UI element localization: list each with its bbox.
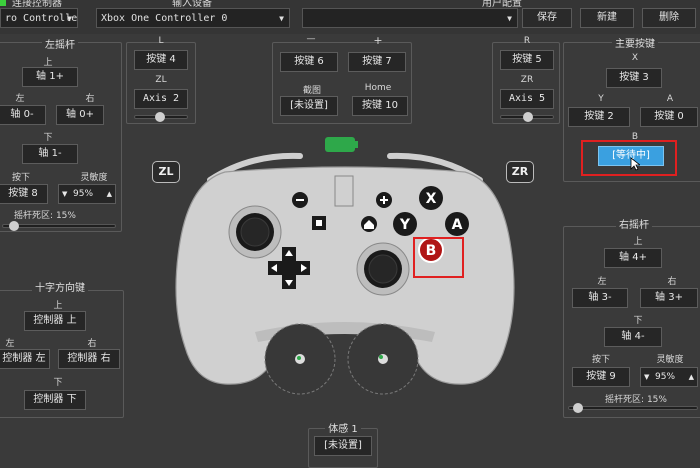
right-stick-right-button[interactable]: 轴 3+ <box>640 288 698 308</box>
dpad-down-label: 下 <box>53 378 63 388</box>
controller-type-select[interactable]: ro Controller ▼ <box>0 8 78 28</box>
spin-down-icon[interactable]: ▼ <box>644 368 649 386</box>
r-button[interactable]: 按键 5 <box>500 50 554 70</box>
right-stick-down-button[interactable]: 轴 4- <box>604 327 662 347</box>
zr-threshold-slider[interactable] <box>500 112 554 122</box>
x-label: X <box>631 53 639 63</box>
dpad-left-button[interactable]: 控制器 左 <box>0 349 50 369</box>
motion-button[interactable]: [未设置] <box>314 436 372 456</box>
right-stick-right-label: 右 <box>667 277 677 287</box>
spin-up-icon[interactable]: ▲ <box>689 368 694 386</box>
x-button-mapping[interactable]: 按键 3 <box>606 68 662 88</box>
right-stick-deadzone-slider[interactable] <box>568 403 698 413</box>
home-label: Home <box>364 83 392 93</box>
left-stick-left-button[interactable]: 轴 0- <box>0 105 46 125</box>
l-button[interactable]: 按键 4 <box>134 50 188 70</box>
left-stick-right-label: 右 <box>85 94 95 104</box>
left-stick-up-button[interactable]: 轴 1+ <box>22 67 78 87</box>
dpad-down-button[interactable]: 控制器 下 <box>24 390 86 410</box>
b-mapping-highlight <box>581 140 677 176</box>
slider-handle[interactable] <box>155 112 165 122</box>
slider-handle[interactable] <box>523 112 533 122</box>
right-stick-left-button[interactable]: 轴 3- <box>572 288 628 308</box>
new-button[interactable]: 新建 <box>580 8 634 28</box>
r-label: R <box>523 36 531 46</box>
left-stick-press-label: 按下 <box>11 173 30 183</box>
plus-label: + <box>373 34 383 47</box>
spin-up-icon[interactable]: ▲ <box>107 185 112 203</box>
zl-button[interactable]: Axis 2 <box>134 89 188 109</box>
left-stick-title: 左摇杆 <box>42 40 78 51</box>
left-stick-down-label: 下 <box>43 133 53 143</box>
capture-button[interactable]: [未设置] <box>280 96 338 116</box>
left-stick-press-button[interactable]: 按键 8 <box>0 184 48 204</box>
battery-icon <box>325 137 355 152</box>
right-stick-sens-spinbox[interactable]: ▼ 95% ▲ <box>640 367 698 387</box>
main-buttons-title: 主要按键 <box>612 39 658 50</box>
right-stick-sens-label: 灵敏度 <box>656 355 684 365</box>
slider-handle[interactable] <box>573 403 583 413</box>
chevron-down-icon: ▼ <box>67 14 72 23</box>
dpad-up-label: 上 <box>53 301 63 311</box>
slider-handle[interactable] <box>9 221 19 231</box>
right-stick-left-label: 左 <box>597 277 607 287</box>
right-stick-title: 右摇杆 <box>616 220 652 231</box>
top-bar: 连接控制器 ro Controller ▼ 输入设备 Xbox One Cont… <box>0 0 700 34</box>
right-stick-press-label: 按下 <box>591 355 610 365</box>
a-button-mapping[interactable]: 按键 0 <box>640 107 698 127</box>
x-face-button: X <box>426 191 437 207</box>
left-stick-right-button[interactable]: 轴 0+ <box>56 105 104 125</box>
zr-button[interactable]: Axis 5 <box>500 89 554 109</box>
left-stick-deadzone-slider[interactable] <box>2 221 116 231</box>
delete-button[interactable]: 删除 <box>642 8 696 28</box>
left-stick-sens-label: 灵敏度 <box>80 173 108 183</box>
a-face-button: A <box>452 217 463 233</box>
spin-down-icon[interactable]: ▼ <box>62 185 67 203</box>
zr-label: ZR <box>520 75 534 85</box>
mouse-cursor-icon <box>630 157 640 171</box>
right-stick-down-label: 下 <box>633 316 643 326</box>
input-device-value: Xbox One Controller 0 <box>101 13 228 24</box>
dpad-up-button[interactable]: 控制器 上 <box>24 311 86 331</box>
controller-image: X Y A B <box>175 137 515 395</box>
right-stick-up-label: 上 <box>633 237 643 247</box>
dpad-title: 十字方向键 <box>32 283 88 294</box>
plus-button[interactable]: 按键 7 <box>348 52 406 72</box>
left-stick-deadzone-label: 摇杆死区: 15% <box>14 211 76 221</box>
y-face-button: Y <box>399 217 411 233</box>
zl-threshold-slider[interactable] <box>134 112 188 122</box>
right-stick-deadzone-label: 摇杆死区: 15% <box>605 395 667 405</box>
capture-label: 截图 <box>302 86 321 96</box>
y-label: Y <box>598 94 604 104</box>
user-config-select[interactable]: ▼ <box>302 8 518 28</box>
b-face-highlight <box>413 237 464 278</box>
chevron-down-icon: ▼ <box>279 14 284 23</box>
save-button[interactable]: 保存 <box>522 8 572 28</box>
left-stick-sens-spinbox[interactable]: ▼ 95% ▲ <box>58 184 116 204</box>
minus-label: — <box>306 34 316 44</box>
a-label: A <box>666 94 674 104</box>
right-stick-sens-value: 95% <box>655 372 676 382</box>
left-stick-sens-value: 95% <box>73 189 94 199</box>
left-stick-left-label: 左 <box>15 94 25 104</box>
motion-label: 体感 1 <box>325 424 361 435</box>
dpad-left-label: 左 <box>5 339 15 349</box>
l-label: L <box>158 36 164 46</box>
left-stick-down-button[interactable]: 轴 1- <box>22 144 78 164</box>
home-button[interactable]: 按键 10 <box>352 96 408 116</box>
input-device-select[interactable]: Xbox One Controller 0 ▼ <box>96 8 290 28</box>
status-indicator <box>0 0 6 6</box>
chevron-down-icon: ▼ <box>507 14 512 23</box>
y-button-mapping[interactable]: 按键 2 <box>568 107 630 127</box>
zl-label: ZL <box>155 75 167 85</box>
minus-button[interactable]: 按键 6 <box>280 52 338 72</box>
dpad-right-button[interactable]: 控制器 右 <box>58 349 120 369</box>
right-stick-press-button[interactable]: 按键 9 <box>572 367 630 387</box>
dpad-right-label: 右 <box>87 339 97 349</box>
right-stick-up-button[interactable]: 轴 4+ <box>604 248 662 268</box>
